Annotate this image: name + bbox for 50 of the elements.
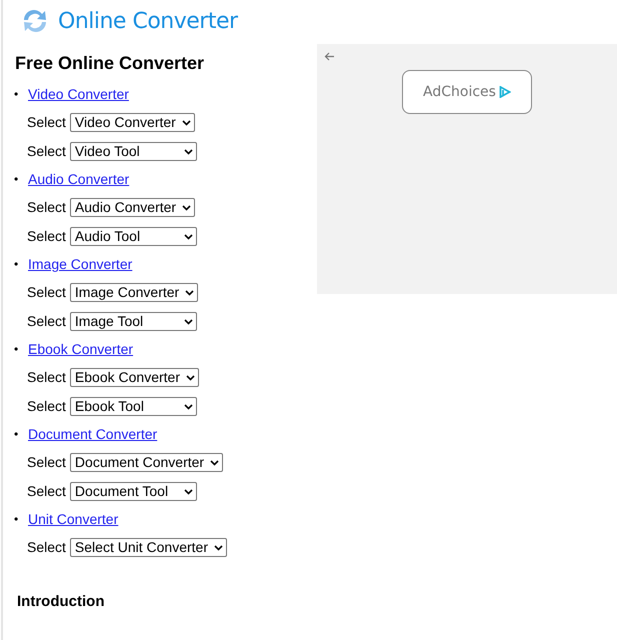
bullet: • xyxy=(13,171,20,188)
caret-icon xyxy=(210,460,220,466)
category-link[interactable]: Video Converter xyxy=(28,86,129,103)
dropdown[interactable]: Ebook Tool xyxy=(70,397,197,416)
caret-icon xyxy=(182,120,191,126)
caret-icon xyxy=(182,204,192,210)
select-label: Select xyxy=(27,483,66,500)
select-label: Select xyxy=(27,454,66,471)
select-label: Select xyxy=(27,228,66,245)
select-label: Select xyxy=(27,199,66,216)
bullet: • xyxy=(13,341,20,358)
dropdown[interactable]: Video Tool xyxy=(70,142,197,161)
select-label: Select xyxy=(27,539,66,556)
dropdown[interactable]: Video Converter xyxy=(70,113,195,132)
caret-icon xyxy=(214,544,223,550)
back-arrow-icon[interactable] xyxy=(324,52,335,61)
category-link[interactable]: Unit Converter xyxy=(28,511,118,528)
caret-icon xyxy=(186,374,195,380)
dropdown[interactable]: Image Tool xyxy=(70,312,197,331)
caret-icon xyxy=(184,488,193,494)
dropdown[interactable]: Image Converter xyxy=(70,283,198,302)
caret-icon xyxy=(184,234,193,240)
bullet: • xyxy=(13,86,20,103)
select-label: Select xyxy=(27,369,66,386)
select-label: Select xyxy=(27,398,66,415)
caret-icon xyxy=(185,290,194,296)
adchoices-button[interactable]: AdChoices xyxy=(402,70,532,114)
bullet: • xyxy=(13,511,20,528)
dropdown[interactable]: Select Unit Converter xyxy=(70,538,227,557)
select-label: Select xyxy=(27,114,66,131)
page-heading: Free Online Converter xyxy=(15,53,206,74)
category-link[interactable]: Audio Converter xyxy=(28,171,130,188)
dropdown[interactable]: Document Converter xyxy=(70,453,224,472)
category-link[interactable]: Document Converter xyxy=(28,426,158,443)
select-label: Select xyxy=(27,284,66,301)
caret-icon xyxy=(184,318,193,324)
bullet: • xyxy=(13,426,20,443)
section-heading: Introduction xyxy=(17,593,106,610)
select-label: Select xyxy=(27,143,66,160)
select-label: Select xyxy=(27,313,66,330)
caret-icon xyxy=(184,404,193,410)
dropdown[interactable]: Ebook Converter xyxy=(70,368,199,387)
caret-icon xyxy=(184,148,193,154)
bullet: • xyxy=(13,256,20,273)
dropdown[interactable]: Audio Tool xyxy=(70,227,197,246)
play-triangle-icon xyxy=(498,86,511,98)
category-link[interactable]: Image Converter xyxy=(28,256,132,273)
category-link[interactable]: Ebook Converter xyxy=(28,341,134,358)
dropdown[interactable]: Audio Converter xyxy=(70,198,196,217)
dropdown[interactable]: Document Tool xyxy=(70,482,197,501)
